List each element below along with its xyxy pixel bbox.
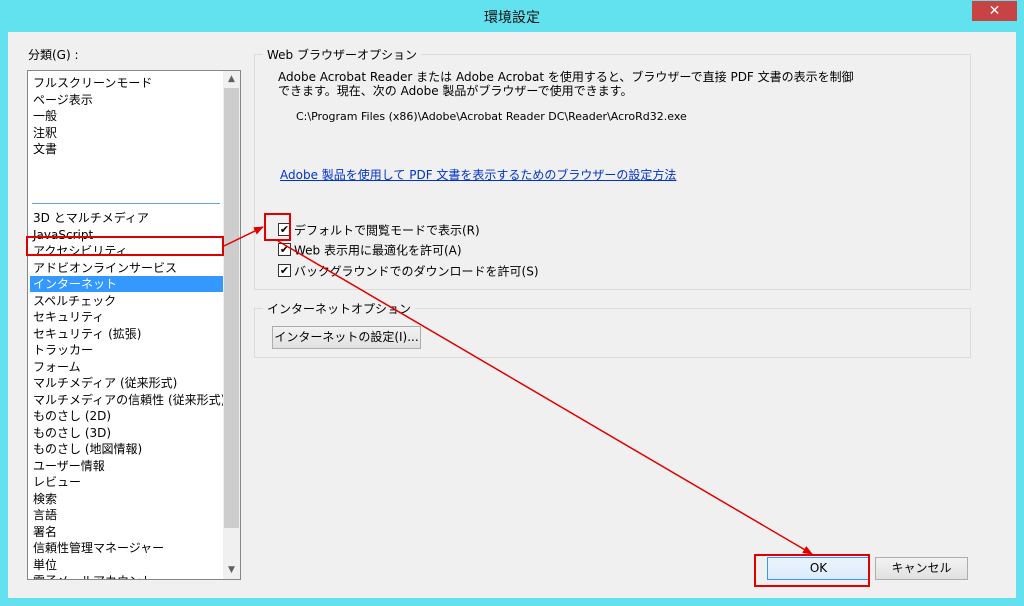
arrow-to-ok bbox=[277, 240, 813, 555]
annotation-arrows bbox=[223, 226, 813, 555]
preferences-window: 環境設定 ✕ 分類(G) : フルスクリーンモード ページ表示 一般 注釈 文書 3D と… bbox=[0, 0, 1024, 606]
arrow-to-checkbox bbox=[223, 226, 264, 247]
